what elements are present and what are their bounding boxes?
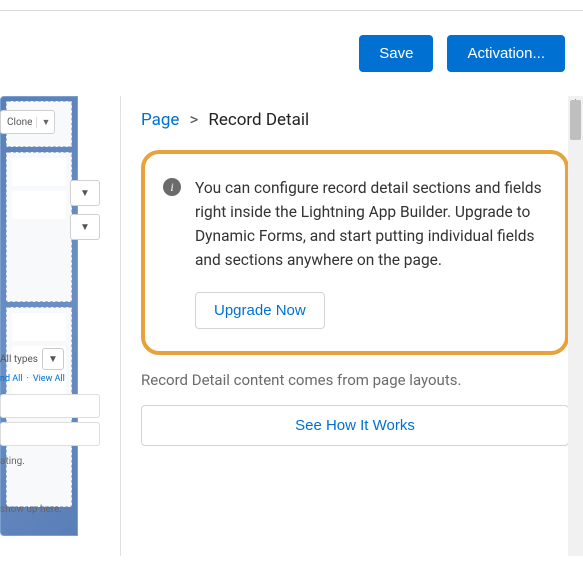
canvas-sidebar: Clone ▼ ▼ ▼ All types ▼ nd All · View Al… [0,96,118,556]
scrollbar-thumb[interactable] [570,100,581,140]
upgrade-now-button[interactable]: Upgrade Now [195,292,325,329]
clone-label: Clone [7,117,32,128]
properties-panel: Page > Record Detail i You can configure… [121,96,583,556]
upgrade-callout: i You can configure record detail sectio… [141,150,569,355]
callout-text: You can configure record detail sections… [195,176,547,272]
palette-item[interactable] [0,422,100,446]
chevron-down-icon: ▼ [36,117,50,128]
canvas-component[interactable] [12,313,66,341]
hint-text: ating. [0,456,25,467]
breadcrumb-separator: > [189,110,198,130]
expand-links: nd All · View All [0,374,65,384]
breadcrumb-root[interactable]: Page [141,110,179,130]
expand-all-link[interactable]: nd All [0,374,23,384]
top-toolbar: Save Activation... [0,10,583,96]
main-area: Clone ▼ ▼ ▼ All types ▼ nd All · View Al… [0,96,583,556]
hint-text: show up here. [0,504,62,515]
clone-dropdown[interactable]: Clone ▼ [0,110,55,134]
breadcrumb: Page > Record Detail [141,110,569,130]
scrollbar-track[interactable]: ▴ [568,96,583,556]
canvas-component[interactable] [12,191,66,219]
page-canvas-preview [0,96,78,536]
callout-content: You can configure record detail sections… [195,176,547,329]
chevron-down-icon: ▼ [80,188,90,199]
see-how-it-works-button[interactable]: See How It Works [141,405,569,446]
component-dropdown[interactable]: ▼ [70,180,100,206]
view-all-link[interactable]: View All [33,374,65,384]
save-button[interactable]: Save [359,35,433,72]
filter-row: All types ▼ [0,348,64,370]
layout-note: Record Detail content comes from page la… [141,371,569,389]
component-dropdown[interactable]: ▼ [70,214,100,240]
info-icon: i [163,178,181,196]
activation-button[interactable]: Activation... [447,35,565,72]
canvas-region[interactable] [6,152,72,302]
canvas-component[interactable] [12,158,66,186]
filter-label: All types [0,354,38,365]
breadcrumb-current: Record Detail [208,110,309,130]
chevron-down-icon: ▼ [80,222,90,233]
filter-button[interactable]: ▼ [42,348,64,370]
filter-icon: ▼ [48,354,58,365]
palette-item[interactable] [0,394,100,418]
